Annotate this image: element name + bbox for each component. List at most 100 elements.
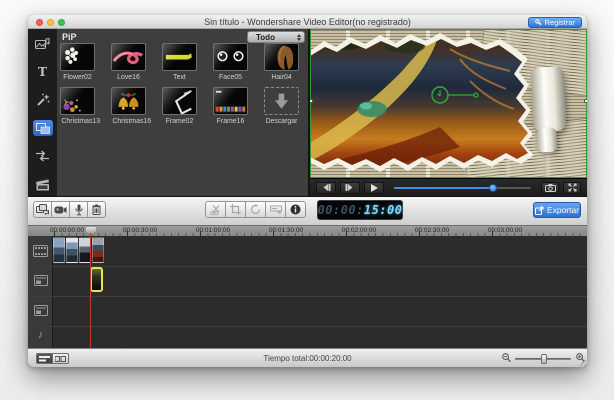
- dropdown-arrows-icon: [297, 34, 301, 41]
- pip-item[interactable]: Love16: [111, 43, 146, 81]
- love-thumbnail[interactable]: [111, 43, 146, 71]
- download-arrow-icon: [265, 88, 298, 114]
- crop-button[interactable]: [225, 201, 246, 218]
- previous-frame-button[interactable]: [316, 182, 336, 194]
- pip-item[interactable]: Hair04: [264, 43, 299, 81]
- delete-button[interactable]: [87, 201, 106, 218]
- crop-icon: [230, 204, 241, 215]
- pip-item[interactable]: Text: [162, 43, 197, 81]
- face-thumbnail[interactable]: [213, 43, 248, 71]
- titlebar: Sin título - Wondershare Video Editor(no…: [28, 15, 587, 29]
- fullscreen-button[interactable]: [563, 182, 581, 194]
- capture-button[interactable]: [51, 201, 70, 218]
- snapshot-button[interactable]: [541, 182, 559, 194]
- zoom-out-icon[interactable]: [502, 353, 511, 363]
- export-icon: [535, 206, 544, 215]
- split-icon: [210, 205, 221, 215]
- desktop-background: Sin título - Wondershare Video Editor(no…: [0, 0, 614, 400]
- left-sidebar: T: [28, 29, 57, 196]
- ruler-label: 00:03:00:00: [483, 227, 527, 234]
- pip-track-icon: [28, 305, 53, 316]
- effects-icon[interactable]: [33, 92, 53, 108]
- pip-icon[interactable]: [33, 120, 53, 136]
- download-more-tile[interactable]: [264, 87, 299, 115]
- ruler-label: 00:00:30:00: [118, 227, 162, 234]
- pip-item[interactable]: Christmas16: [111, 87, 146, 125]
- selection-handle-left[interactable]: [310, 99, 313, 103]
- paper-curl: [530, 66, 566, 132]
- ruler-label: 00:02:00:00: [337, 227, 381, 234]
- ruler-label: 00:02:30:00: [410, 227, 454, 234]
- add-media-icon: [36, 204, 49, 215]
- christmas16-thumbnail[interactable]: [111, 87, 146, 115]
- clip-settings-icon: [270, 205, 282, 214]
- export-button[interactable]: Exportar: [533, 202, 581, 218]
- previous-frame-icon: [321, 184, 331, 191]
- pip-item[interactable]: Face05: [213, 43, 248, 81]
- text-thumbnail[interactable]: [162, 43, 197, 71]
- ruler-label: 00:01:00:00: [191, 227, 235, 234]
- video-clip[interactable]: [92, 237, 104, 263]
- frame02-thumbnail[interactable]: [162, 87, 197, 115]
- flower-thumbnail[interactable]: [60, 43, 95, 71]
- seek-thumb[interactable]: [489, 184, 497, 192]
- status-bar: Tiempo total:00:00:20:00: [28, 348, 587, 367]
- christmas13-thumbnail[interactable]: [60, 87, 95, 115]
- video-clip[interactable]: [66, 237, 78, 263]
- next-frame-icon: [345, 184, 355, 191]
- pip-track-icon: [28, 275, 53, 286]
- pip-item[interactable]: Frame02: [162, 87, 197, 125]
- rotate-icon: [250, 204, 261, 215]
- timecode-seconds-frames: 15:00: [364, 203, 403, 217]
- snapshot-icon: [545, 184, 556, 192]
- panel-title: PiP: [62, 32, 77, 42]
- register-button[interactable]: Registrar: [528, 17, 582, 28]
- fullscreen-icon: [568, 183, 577, 192]
- record-voiceover-button[interactable]: [69, 201, 88, 218]
- window-title: Sin título - Wondershare Video Editor(no…: [28, 17, 587, 27]
- seek-bar[interactable]: [394, 182, 531, 194]
- capture-icon: [54, 206, 67, 214]
- app-window: Sin título - Wondershare Video Editor(no…: [28, 15, 587, 367]
- selection-handle-right[interactable]: [584, 99, 587, 103]
- info-icon: [290, 204, 301, 215]
- transitions-icon[interactable]: [33, 148, 53, 164]
- play-icon: [370, 184, 378, 192]
- timeline-tracks[interactable]: ♪: [28, 236, 587, 348]
- paper-curl-end: [536, 127, 557, 152]
- video-track-icon: [28, 245, 53, 257]
- media-library-icon[interactable]: [33, 36, 53, 52]
- info-button[interactable]: [285, 201, 306, 218]
- rotate-handle[interactable]: [430, 85, 482, 105]
- intro-credits-icon[interactable]: [33, 176, 53, 192]
- ruler-label: 00:01:30:00: [264, 227, 308, 234]
- video-clip-group[interactable]: [53, 237, 104, 263]
- ruler-label: 00:00:00:00: [45, 227, 89, 234]
- next-frame-button[interactable]: [340, 182, 360, 194]
- rotate-button[interactable]: [245, 201, 266, 218]
- timeline-zoom-handle[interactable]: [541, 354, 547, 364]
- pip-item[interactable]: Flower02: [60, 43, 95, 81]
- transport-bar: [310, 178, 587, 196]
- pip-item[interactable]: Descargar: [264, 87, 299, 125]
- hair-thumbnail[interactable]: [264, 43, 299, 71]
- titles-icon[interactable]: T: [33, 64, 53, 80]
- pip-item[interactable]: Frame16: [213, 87, 248, 125]
- main-toolbar: 00:00:15:00 Exportar: [28, 196, 587, 225]
- music-track-icon: ♪: [28, 330, 53, 341]
- play-button[interactable]: [364, 182, 384, 194]
- selected-pip-clip[interactable]: [90, 267, 103, 292]
- pip-library-panel: PiP Todo Flower02 Love16: [57, 29, 310, 196]
- frame16-thumbnail[interactable]: [213, 87, 248, 115]
- category-filter-dropdown[interactable]: Todo: [247, 31, 305, 43]
- playhead-line[interactable]: [90, 236, 91, 348]
- clip-settings-button[interactable]: [265, 201, 286, 218]
- register-button-label: Registrar: [545, 18, 575, 27]
- pip-item[interactable]: Christmas13: [60, 87, 95, 125]
- video-clip[interactable]: [53, 237, 65, 263]
- timeline-ruler[interactable]: 00:00:00:00 00:00:30:00 00:01:00:00 00:0…: [28, 225, 587, 236]
- split-button[interactable]: [205, 201, 226, 218]
- video-viewport[interactable]: [310, 29, 587, 178]
- add-media-button[interactable]: [33, 201, 52, 218]
- timecode-display: 00:00:15:00: [317, 200, 403, 220]
